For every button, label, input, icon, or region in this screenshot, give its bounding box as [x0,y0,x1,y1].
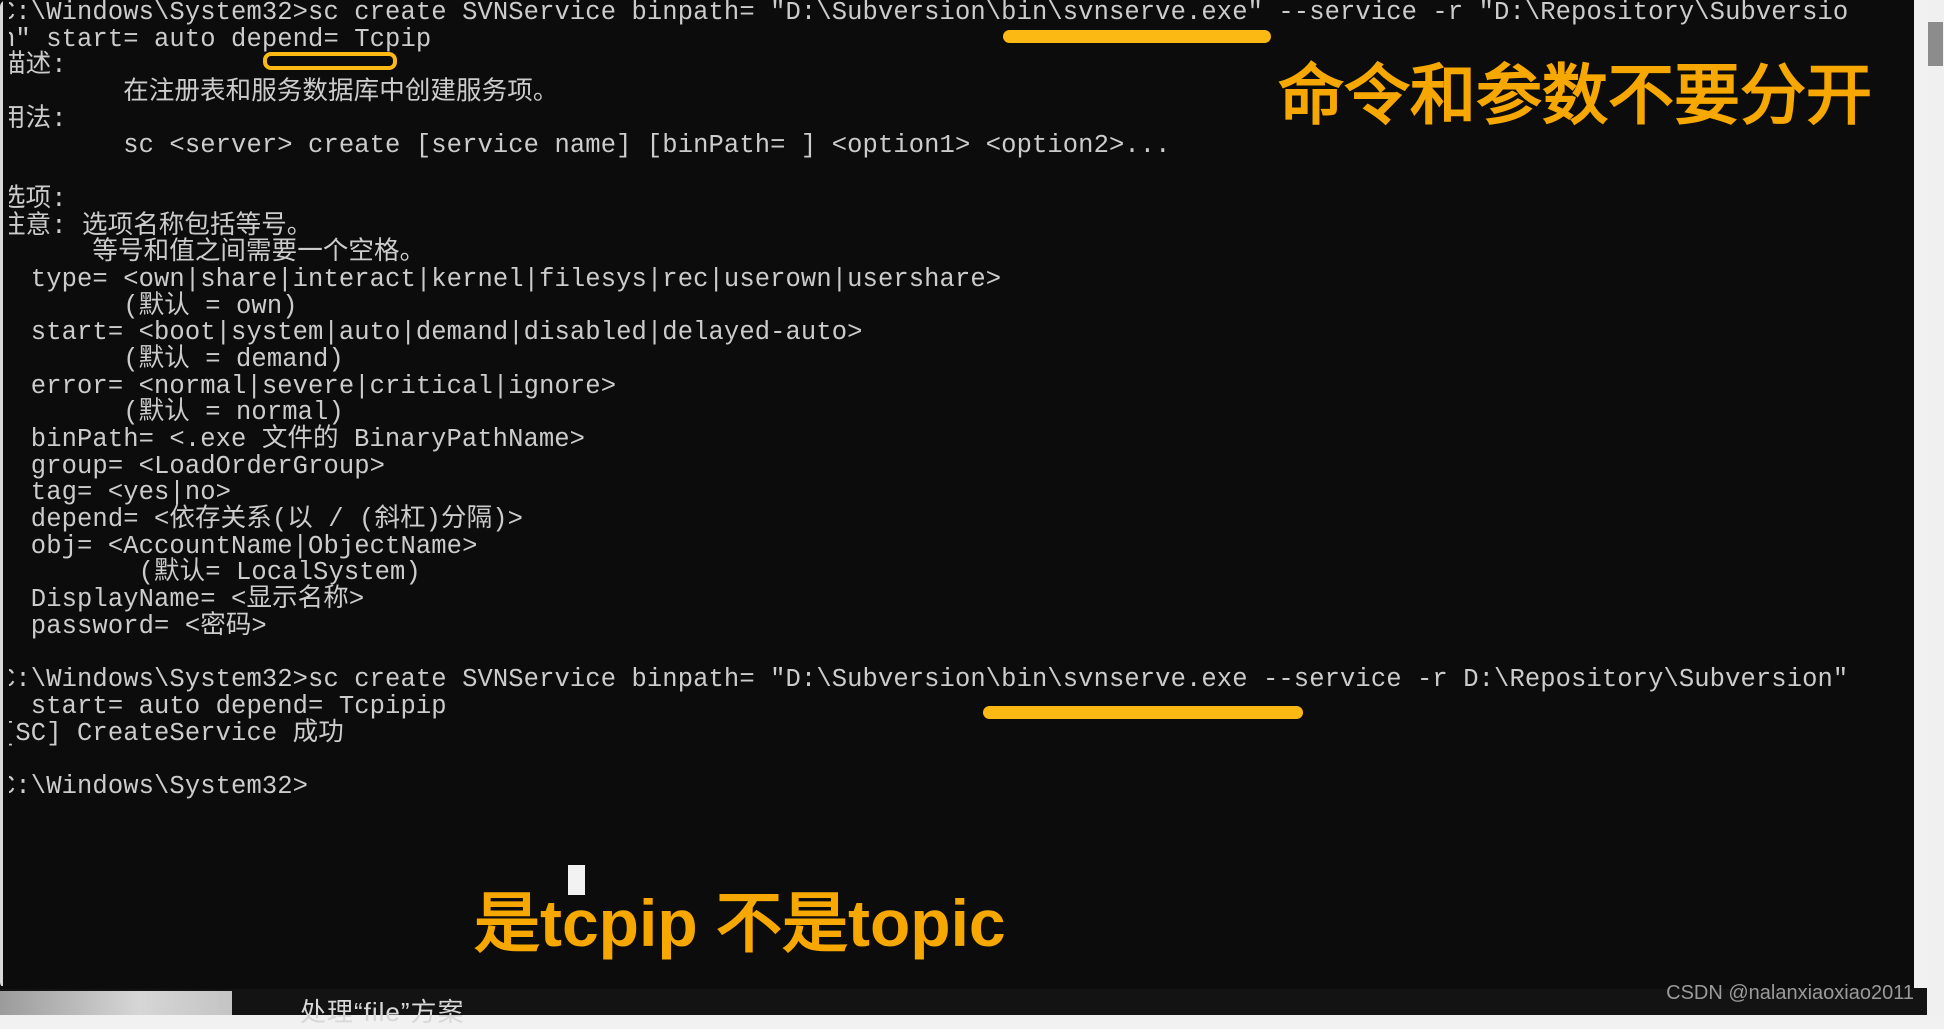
terminal-line: 等号和值之间需要一个空格。 [0,238,426,268]
window-bottom-border [0,986,1914,989]
terminal-line: C:\Windows\System32> [0,771,309,801]
terminal-line: DisplayName= <显示名称> [0,585,365,615]
terminal-line: (默认= LocalSystem) [0,558,421,588]
terminal-line: start= auto depend= Tcpipip [0,691,447,721]
background-gradient-swatch [0,991,232,1015]
highlight-underline-service-flag-top [1003,30,1271,43]
command-prompt-window[interactable]: C:\Windows\System32>sc create SVNService… [0,0,1914,989]
terminal-line: C:\Windows\System32>sc create SVNService… [0,0,1849,27]
terminal-line: (默认 = normal) [0,398,344,428]
terminal-line: (默认 = own) [0,291,298,321]
terminal-line: tag= <yes|no> [0,478,232,508]
terminal-line: group= <LoadOrderGroup> [0,451,386,481]
background-dark-strip [0,988,1944,1015]
terminal-line: n" start= auto depend= Tcpip [0,24,432,54]
terminal-line: binPath= <.exe 文件的 BinaryPathName> [0,425,586,454]
terminal-line: [SC] CreateService 成功 [0,718,344,748]
terminal-line: type= <own|share|interact|kernel|filesys… [0,264,1002,294]
terminal-line: password= <密码> [0,611,267,641]
page-scrollbar-track[interactable] [1927,0,1944,1015]
terminal-output: C:\Windows\System32>sc create SVNService… [0,0,1914,989]
terminal-line: depend= <依存关系(以 / (斜杠)分隔)> [0,505,524,535]
annotation-top: 命令和参数不要分开 [1278,58,1872,132]
highlight-underline-service-flag-bottom [983,706,1303,719]
screen: 处理“file”方案 C:\Windows\System32>sc create… [0,0,1944,1027]
window-left-border-inner [3,0,9,989]
watermark: CSDN @nalanxiaoxiao2011 [1666,982,1914,1004]
page-scrollbar-thumb[interactable] [1928,22,1943,66]
terminal-line: error= <normal|severe|critical|ignore> [0,371,617,401]
terminal-line: (默认 = demand) [0,344,344,374]
terminal-line: 选项: [0,184,67,214]
annotation-bottom: 是tcpip 不是topic [474,886,1006,960]
highlight-underline-describe [263,52,397,70]
terminal-line: sc <server> create [service name] [binPa… [0,131,1171,161]
terminal-line: obj= <AccountName|ObjectName> [0,531,478,561]
terminal-line: 注意: 选项名称包括等号。 [0,211,313,241]
terminal-line: start= <boot|system|auto|demand|disabled… [0,318,863,348]
background-partial-text: 处理“file”方案 [300,997,465,1027]
terminal-line: C:\Windows\System32>sc create SVNService… [0,665,1849,695]
